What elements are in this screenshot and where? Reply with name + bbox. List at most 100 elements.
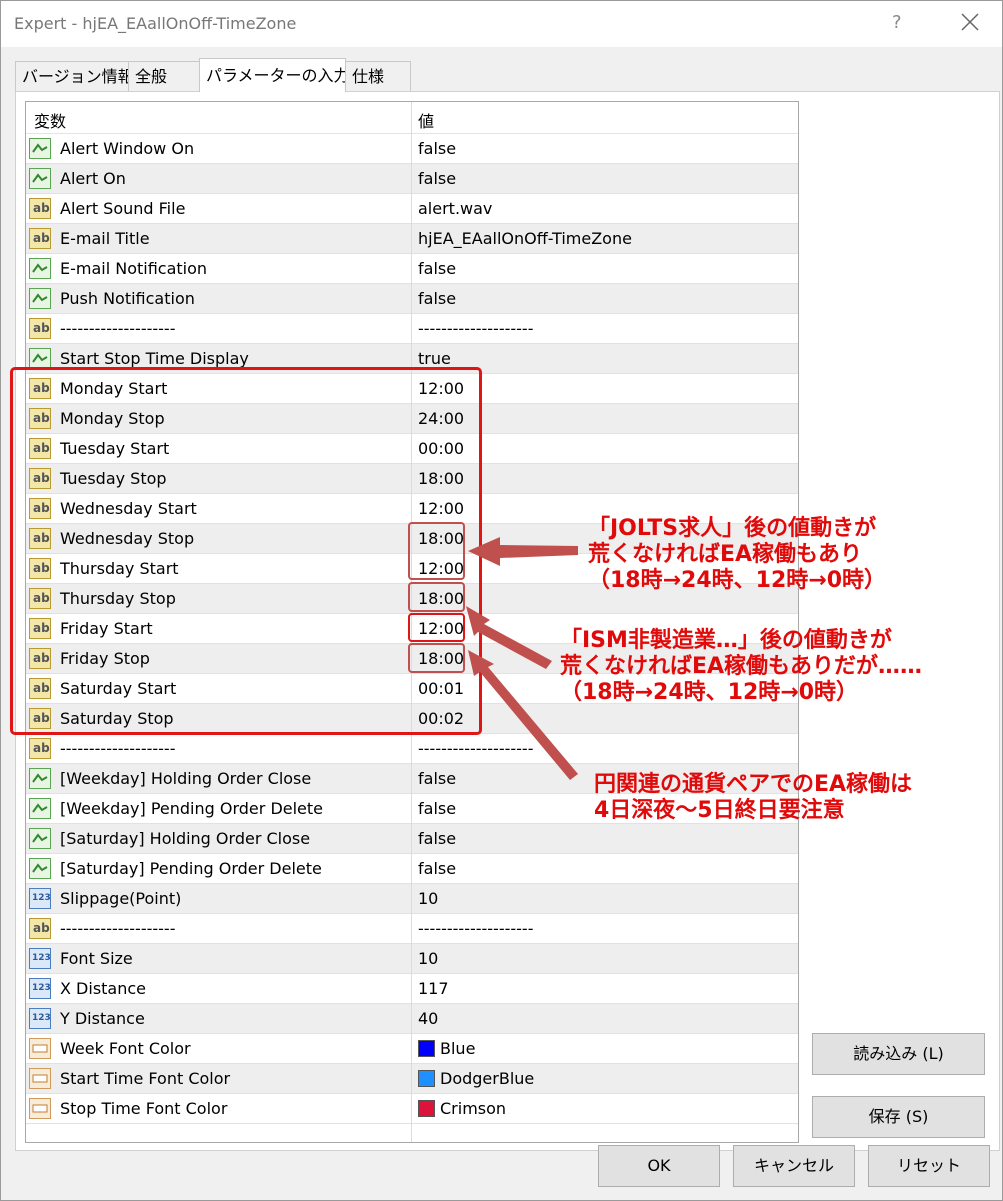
table-row[interactable]: [Saturday] Pending Order Delete false <box>26 854 798 884</box>
table-row[interactable]: Week Font Color Blue <box>26 1034 798 1064</box>
parameter-value[interactable]: DodgerBlue <box>440 1069 534 1088</box>
parameter-value[interactable]: true <box>418 349 451 368</box>
bool-icon <box>29 348 51 369</box>
close-icon[interactable] <box>958 10 982 34</box>
table-row[interactable]: Push Notification false <box>26 284 798 314</box>
table-row[interactable]: E-mail Notification false <box>26 254 798 284</box>
bool-icon <box>29 138 51 159</box>
table-row[interactable]: 123 Slippage(Point) 10 <box>26 884 798 914</box>
callout-ism-line3: （18時→24時、12時→0時） <box>560 680 859 705</box>
bool-icon <box>29 768 51 789</box>
parameter-name: Alert Window On <box>60 139 195 158</box>
parameter-value[interactable]: 10 <box>418 889 438 908</box>
parameter-value[interactable]: alert.wav <box>418 199 492 218</box>
string-icon: ab <box>29 738 51 759</box>
parameter-name: [Saturday] Pending Order Delete <box>60 859 322 878</box>
cancel-button[interactable]: キャンセル <box>733 1145 855 1187</box>
header-value[interactable]: 値 <box>418 108 434 132</box>
bool-icon <box>29 168 51 189</box>
color-icon <box>29 1038 51 1059</box>
parameter-value[interactable]: 117 <box>418 979 449 998</box>
color-swatch <box>418 1040 435 1057</box>
table-row[interactable]: ab -------------------- ------------------… <box>26 734 798 764</box>
load-button[interactable]: 読み込み (L) <box>812 1033 985 1075</box>
parameter-name: [Weekday] Pending Order Delete <box>60 799 324 818</box>
callout-jolts-line1: 「JOLTS求人」後の値動きが <box>588 516 877 541</box>
number-icon: 123 <box>29 948 51 969</box>
parameter-name: E-mail Notification <box>60 259 208 278</box>
bool-icon <box>29 828 51 849</box>
parameter-value[interactable]: false <box>418 289 456 308</box>
parameter-name: Push Notification <box>60 289 195 308</box>
string-icon: ab <box>29 918 51 939</box>
save-button[interactable]: 保存 (S) <box>812 1096 985 1138</box>
callout-jpy-line1: 円関連の通貨ペアでのEA稼働は <box>594 772 913 797</box>
reset-button[interactable]: リセット <box>868 1145 990 1187</box>
parameter-name: Stop Time Font Color <box>60 1099 228 1118</box>
title-bar: Expert - hjEA_EAallOnOff-TimeZone ? <box>1 1 1002 47</box>
parameter-value[interactable]: Blue <box>440 1039 475 1058</box>
parameter-name: Alert On <box>60 169 126 188</box>
tab-general[interactable]: 全般 <box>128 61 200 91</box>
parameter-name: Y Distance <box>60 1009 145 1028</box>
header-variable[interactable]: 変数 <box>34 108 66 132</box>
parameter-value[interactable]: false <box>418 769 456 788</box>
table-row[interactable]: ab Alert Sound File alert.wav <box>26 194 798 224</box>
parameter-value[interactable]: -------------------- <box>418 919 533 938</box>
parameter-name: -------------------- <box>60 919 176 938</box>
parameter-name: Slippage(Point) <box>60 889 182 908</box>
table-row[interactable]: Stop Time Font Color Crimson <box>26 1094 798 1124</box>
string-icon: ab <box>29 318 51 339</box>
parameter-name: Font Size <box>60 949 133 968</box>
parameter-name: Alert Sound File <box>60 199 186 218</box>
parameter-value[interactable]: -------------------- <box>418 739 533 758</box>
parameter-value[interactable]: 40 <box>418 1009 438 1028</box>
callout-ism: 「ISM非製造業…」後の値動きが 荒くなければEA稼働もありだが…… （18時→… <box>560 628 922 706</box>
bool-icon <box>29 288 51 309</box>
parameter-value[interactable]: false <box>418 259 456 278</box>
parameter-name: -------------------- <box>60 739 176 758</box>
parameter-value[interactable]: false <box>418 169 456 188</box>
string-icon: ab <box>29 228 51 249</box>
number-icon: 123 <box>29 888 51 909</box>
number-icon: 123 <box>29 1008 51 1029</box>
tab-version-info[interactable]: バージョン情報 <box>15 61 134 91</box>
tab-specification[interactable]: 仕様 <box>345 61 411 91</box>
parameter-value[interactable]: Crimson <box>440 1099 506 1118</box>
callout-jolts: 「JOLTS求人」後の値動きが 荒くなければEA稼働もあり （18時→24時、1… <box>588 516 886 594</box>
color-icon <box>29 1098 51 1119</box>
parameter-value[interactable]: hjEA_EAallOnOff-TimeZone <box>418 229 632 248</box>
parameter-value[interactable]: false <box>418 859 456 878</box>
parameter-value[interactable]: false <box>418 139 456 158</box>
parameter-name: [Weekday] Holding Order Close <box>60 769 312 788</box>
table-row[interactable]: Alert On false <box>26 164 798 194</box>
parameter-value[interactable]: -------------------- <box>418 319 533 338</box>
table-row[interactable]: ab -------------------- ------------------… <box>26 914 798 944</box>
callout-jpy-pairs: 円関連の通貨ペアでのEA稼働は 4日深夜～5日終日要注意 <box>594 772 912 824</box>
ok-button[interactable]: OK <box>598 1145 720 1187</box>
table-row[interactable]: ab -------------------- ------------------… <box>26 314 798 344</box>
window-title: Expert - hjEA_EAallOnOff-TimeZone <box>14 14 297 33</box>
parameter-value[interactable]: false <box>418 829 456 848</box>
parameter-value[interactable]: 10 <box>418 949 438 968</box>
grid-header: 変数 値 <box>26 102 798 134</box>
table-row[interactable]: Start Time Font Color DodgerBlue <box>26 1064 798 1094</box>
help-button[interactable]: ? <box>892 12 902 33</box>
table-row[interactable]: 123 Y Distance 40 <box>26 1004 798 1034</box>
callout-jpy-line2: 4日深夜～5日終日要注意 <box>594 798 845 823</box>
tab-input-parameters[interactable]: パラメーターの入力 <box>199 58 350 92</box>
bool-icon <box>29 258 51 279</box>
friday-stop-highlight <box>408 643 465 673</box>
parameter-name: Week Font Color <box>60 1039 191 1058</box>
table-row[interactable]: 123 X Distance 117 <box>26 974 798 1004</box>
callout-ism-line2: 荒くなければEA稼働もありだが…… <box>560 654 923 679</box>
table-row[interactable]: Alert Window On false <box>26 134 798 164</box>
table-row[interactable]: ab E-mail Title hjEA_EAallOnOff-TimeZone <box>26 224 798 254</box>
callout-jolts-line2: 荒くなければEA稼働もあり <box>588 542 863 567</box>
string-icon: ab <box>29 198 51 219</box>
table-row[interactable]: [Saturday] Holding Order Close false <box>26 824 798 854</box>
parameter-value[interactable]: false <box>418 799 456 818</box>
friday-start-highlight <box>408 613 465 642</box>
bool-icon <box>29 798 51 819</box>
table-row[interactable]: 123 Font Size 10 <box>26 944 798 974</box>
